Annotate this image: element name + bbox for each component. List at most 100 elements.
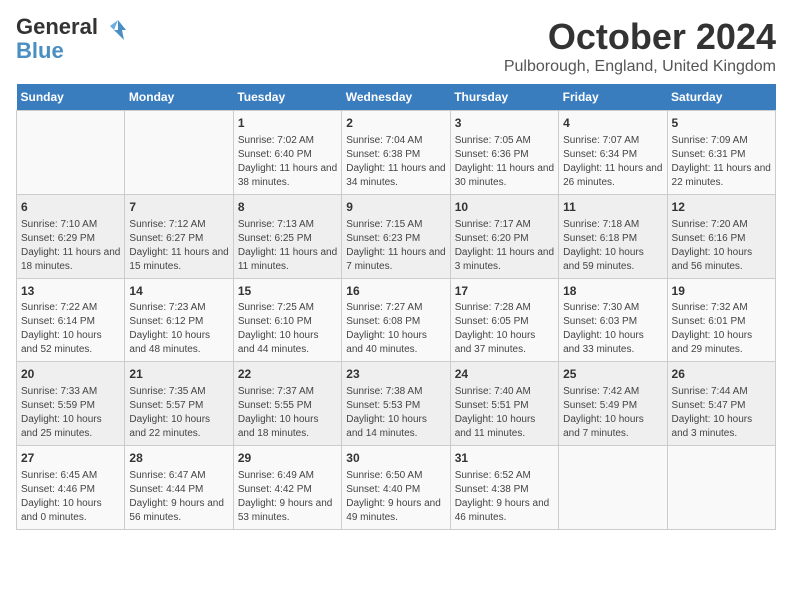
calendar-cell: 30Sunrise: 6:50 AM Sunset: 4:40 PM Dayli…: [342, 446, 450, 530]
calendar-cell: 1 Sunrise: 7:02 AM Sunset: 6:40 PM Daylig…: [233, 111, 341, 195]
cell-content: Sunrise: 7:18 AM Sunset: 6:18 PM Dayligh…: [563, 218, 662, 274]
logo-blue-text: Blue: [16, 40, 64, 62]
cell-content: Sunrise: 6:49 AM Sunset: 4:42 PM Dayligh…: [238, 469, 337, 525]
day-number: 18: [563, 283, 662, 300]
day-number: 1: [238, 115, 337, 132]
day-number: 30: [346, 450, 445, 467]
day-number: 5: [672, 115, 771, 132]
cell-content: Sunrise: 7:37 AM Sunset: 5:55 PM Dayligh…: [238, 385, 337, 441]
logo: General Blue: [16, 16, 132, 62]
day-number: 22: [238, 366, 337, 383]
cell-content: Sunrise: 7:05 AM Sunset: 6:36 PM Dayligh…: [455, 134, 554, 190]
calendar-cell: 23 Sunrise: 7:38 AM Sunset: 5:53 PM Dayli…: [342, 362, 450, 446]
calendar-cell: 5 Sunrise: 7:09 AM Sunset: 6:31 PM Daylig…: [667, 111, 775, 195]
day-number: 14: [129, 283, 228, 300]
header-sunday: Sunday: [17, 84, 125, 111]
cell-content: Sunrise: 7:22 AM Sunset: 6:14 PM Dayligh…: [21, 301, 120, 357]
header-tuesday: Tuesday: [233, 84, 341, 111]
calendar-cell: 3 Sunrise: 7:05 AM Sunset: 6:36 PM Daylig…: [450, 111, 558, 195]
week-row-4: 20 Sunrise: 7:33 AM Sunset: 5:59 PM Dayli…: [17, 362, 776, 446]
calendar-cell: 22 Sunrise: 7:37 AM Sunset: 5:55 PM Dayli…: [233, 362, 341, 446]
calendar-cell: 17Sunrise: 7:28 AM Sunset: 6:05 PM Dayli…: [450, 278, 558, 362]
day-number: 8: [238, 199, 337, 216]
day-number: 4: [563, 115, 662, 132]
calendar-cell: 21 Sunrise: 7:35 AM Sunset: 5:57 PM Dayli…: [125, 362, 233, 446]
cell-content: Sunrise: 7:38 AM Sunset: 5:53 PM Dayligh…: [346, 385, 445, 441]
day-number: 17: [455, 283, 554, 300]
calendar-cell: 18Sunrise: 7:30 AM Sunset: 6:03 PM Dayli…: [559, 278, 667, 362]
calendar-cell: 7 Sunrise: 7:12 AM Sunset: 6:27 PM Daylig…: [125, 194, 233, 278]
calendar-cell: 4 Sunrise: 7:07 AM Sunset: 6:34 PM Daylig…: [559, 111, 667, 195]
calendar-title: October 2024: [504, 16, 776, 58]
cell-content: Sunrise: 7:15 AM Sunset: 6:23 PM Dayligh…: [346, 218, 445, 274]
day-number: 10: [455, 199, 554, 216]
week-row-3: 13Sunrise: 7:22 AM Sunset: 6:14 PM Dayli…: [17, 278, 776, 362]
day-number: 3: [455, 115, 554, 132]
day-number: 12: [672, 199, 771, 216]
day-number: 16: [346, 283, 445, 300]
day-number: 11: [563, 199, 662, 216]
calendar-cell: 15Sunrise: 7:25 AM Sunset: 6:10 PM Dayli…: [233, 278, 341, 362]
calendar-cell: 16Sunrise: 7:27 AM Sunset: 6:08 PM Dayli…: [342, 278, 450, 362]
calendar-subtitle: Pulborough, England, United Kingdom: [504, 58, 776, 76]
day-number: 13: [21, 283, 120, 300]
cell-content: Sunrise: 7:02 AM Sunset: 6:40 PM Dayligh…: [238, 134, 337, 190]
day-number: 2: [346, 115, 445, 132]
header-monday: Monday: [125, 84, 233, 111]
calendar-cell: 11 Sunrise: 7:18 AM Sunset: 6:18 PM Dayli…: [559, 194, 667, 278]
calendar-cell: [125, 111, 233, 195]
cell-content: Sunrise: 7:33 AM Sunset: 5:59 PM Dayligh…: [21, 385, 120, 441]
cell-content: Sunrise: 7:42 AM Sunset: 5:49 PM Dayligh…: [563, 385, 662, 441]
calendar-table: SundayMondayTuesdayWednesdayThursdayFrid…: [16, 84, 776, 530]
cell-content: Sunrise: 7:44 AM Sunset: 5:47 PM Dayligh…: [672, 385, 771, 441]
calendar-cell: 9Sunrise: 7:15 AM Sunset: 6:23 PM Daylig…: [342, 194, 450, 278]
calendar-cell: 6Sunrise: 7:10 AM Sunset: 6:29 PM Daylig…: [17, 194, 125, 278]
calendar-cell: 27Sunrise: 6:45 AM Sunset: 4:46 PM Dayli…: [17, 446, 125, 530]
cell-content: Sunrise: 6:52 AM Sunset: 4:38 PM Dayligh…: [455, 469, 554, 525]
week-row-5: 27Sunrise: 6:45 AM Sunset: 4:46 PM Dayli…: [17, 446, 776, 530]
cell-content: Sunrise: 7:27 AM Sunset: 6:08 PM Dayligh…: [346, 301, 445, 357]
cell-content: Sunrise: 7:35 AM Sunset: 5:57 PM Dayligh…: [129, 385, 228, 441]
day-number: 23: [346, 366, 445, 383]
cell-content: Sunrise: 7:12 AM Sunset: 6:27 PM Dayligh…: [129, 218, 228, 274]
calendar-cell: 10 Sunrise: 7:17 AM Sunset: 6:20 PM Dayli…: [450, 194, 558, 278]
calendar-header-row: SundayMondayTuesdayWednesdayThursdayFrid…: [17, 84, 776, 111]
logo-bird-icon: [104, 16, 132, 44]
day-number: 25: [563, 366, 662, 383]
cell-content: Sunrise: 7:17 AM Sunset: 6:20 PM Dayligh…: [455, 218, 554, 274]
calendar-cell: [17, 111, 125, 195]
calendar-cell: 8 Sunrise: 7:13 AM Sunset: 6:25 PM Daylig…: [233, 194, 341, 278]
cell-content: Sunrise: 7:25 AM Sunset: 6:10 PM Dayligh…: [238, 301, 337, 357]
day-number: 31: [455, 450, 554, 467]
day-number: 29: [238, 450, 337, 467]
day-number: 7: [129, 199, 228, 216]
day-number: 19: [672, 283, 771, 300]
day-number: 20: [21, 366, 120, 383]
cell-content: Sunrise: 7:07 AM Sunset: 6:34 PM Dayligh…: [563, 134, 662, 190]
cell-content: Sunrise: 7:32 AM Sunset: 6:01 PM Dayligh…: [672, 301, 771, 357]
calendar-cell: 26 Sunrise: 7:44 AM Sunset: 5:47 PM Dayli…: [667, 362, 775, 446]
calendar-cell: 19Sunrise: 7:32 AM Sunset: 6:01 PM Dayli…: [667, 278, 775, 362]
cell-content: Sunrise: 7:09 AM Sunset: 6:31 PM Dayligh…: [672, 134, 771, 190]
calendar-cell: 28 Sunrise: 6:47 AM Sunset: 4:44 PM Dayli…: [125, 446, 233, 530]
day-number: 21: [129, 366, 228, 383]
calendar-cell: 2Sunrise: 7:04 AM Sunset: 6:38 PM Daylig…: [342, 111, 450, 195]
cell-content: Sunrise: 7:20 AM Sunset: 6:16 PM Dayligh…: [672, 218, 771, 274]
calendar-cell: 24 Sunrise: 7:40 AM Sunset: 5:51 PM Dayli…: [450, 362, 558, 446]
day-number: 15: [238, 283, 337, 300]
week-row-1: 1 Sunrise: 7:02 AM Sunset: 6:40 PM Daylig…: [17, 111, 776, 195]
cell-content: Sunrise: 7:13 AM Sunset: 6:25 PM Dayligh…: [238, 218, 337, 274]
cell-content: Sunrise: 7:40 AM Sunset: 5:51 PM Dayligh…: [455, 385, 554, 441]
calendar-cell: [559, 446, 667, 530]
cell-content: Sunrise: 7:28 AM Sunset: 6:05 PM Dayligh…: [455, 301, 554, 357]
day-number: 24: [455, 366, 554, 383]
day-number: 28: [129, 450, 228, 467]
week-row-2: 6Sunrise: 7:10 AM Sunset: 6:29 PM Daylig…: [17, 194, 776, 278]
cell-content: Sunrise: 6:47 AM Sunset: 4:44 PM Dayligh…: [129, 469, 228, 525]
day-number: 26: [672, 366, 771, 383]
cell-content: Sunrise: 7:10 AM Sunset: 6:29 PM Dayligh…: [21, 218, 120, 274]
page-header: General Blue October 2024 Pulborough, En…: [16, 16, 776, 76]
calendar-cell: 25 Sunrise: 7:42 AM Sunset: 5:49 PM Dayli…: [559, 362, 667, 446]
cell-content: Sunrise: 7:30 AM Sunset: 6:03 PM Dayligh…: [563, 301, 662, 357]
day-number: 27: [21, 450, 120, 467]
